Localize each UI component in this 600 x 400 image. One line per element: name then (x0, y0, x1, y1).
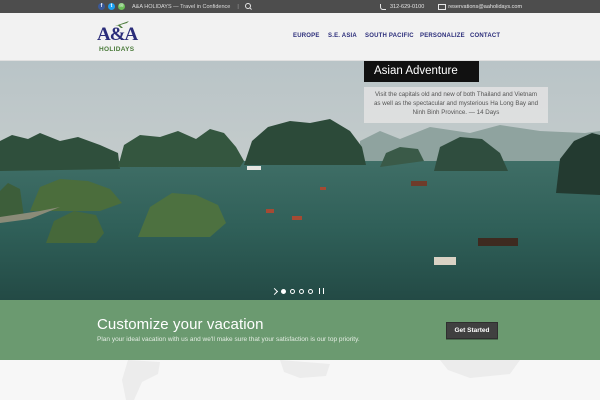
site-logo[interactable]: A&A HOLIDAYS (97, 19, 138, 57)
search-icon[interactable] (244, 3, 252, 10)
main-nav: EUROPE S.E. ASIA SOUTH PACIFIC PERSONALI… (293, 33, 510, 39)
phone-icon (380, 4, 386, 10)
email-link[interactable]: reservations@aaholidays.com (448, 4, 522, 10)
nav-south-pacific[interactable]: SOUTH PACIFIC (365, 33, 420, 39)
nav-se-asia[interactable]: S.E. ASIA (328, 33, 365, 39)
separator: | (237, 3, 239, 10)
slide-caption-body: Visit the capitals old and new of both T… (364, 87, 548, 123)
world-map-graphic (122, 360, 520, 400)
nav-europe[interactable]: EUROPE (293, 33, 328, 39)
cta-band: Customize your vacation Plan your ideal … (0, 300, 600, 360)
phone-number[interactable]: 312-629-0100 (390, 4, 424, 10)
logo-word: HOLIDAYS (99, 46, 135, 53)
top-bar-contact: 312-629-0100 reservations@aaholidays.com (380, 2, 522, 11)
top-bar-left: f t ✉ A&A HOLIDAYS — Travel in Confidenc… (98, 2, 252, 11)
slider-controls (270, 287, 324, 295)
slide-dot-1[interactable] (281, 288, 286, 294)
world-map-background (0, 360, 600, 400)
facebook-icon[interactable]: f (98, 3, 105, 10)
cta-title: Customize your vacation (97, 316, 264, 333)
get-started-button[interactable]: Get Started (446, 322, 498, 339)
slide-dot-3[interactable] (299, 288, 304, 294)
top-bar: f t ✉ A&A HOLIDAYS — Travel in Confidenc… (0, 0, 600, 13)
nav-personalize[interactable]: PERSONALIZE (420, 33, 470, 39)
slide-dot-2[interactable] (290, 288, 295, 294)
slide-caption-title: Asian Adventure (364, 61, 479, 82)
next-arrow-icon[interactable] (270, 287, 279, 295)
slide-dot-4[interactable] (308, 288, 313, 294)
site-tagline: A&A HOLIDAYS — Travel in Confidence (132, 3, 231, 10)
nav-contact[interactable]: CONTACT (470, 33, 510, 39)
mail-icon (438, 4, 447, 10)
twitter-icon[interactable]: t (108, 3, 115, 10)
cta-subtitle: Plan your ideal vacation with us and we'… (97, 336, 360, 343)
site-header: A&A HOLIDAYS EUROPE S.E. ASIA SOUTH PACI… (0, 13, 600, 61)
email-icon[interactable]: ✉ (118, 3, 125, 10)
pause-icon[interactable] (319, 288, 324, 294)
logo-letters: A&A (97, 24, 138, 45)
